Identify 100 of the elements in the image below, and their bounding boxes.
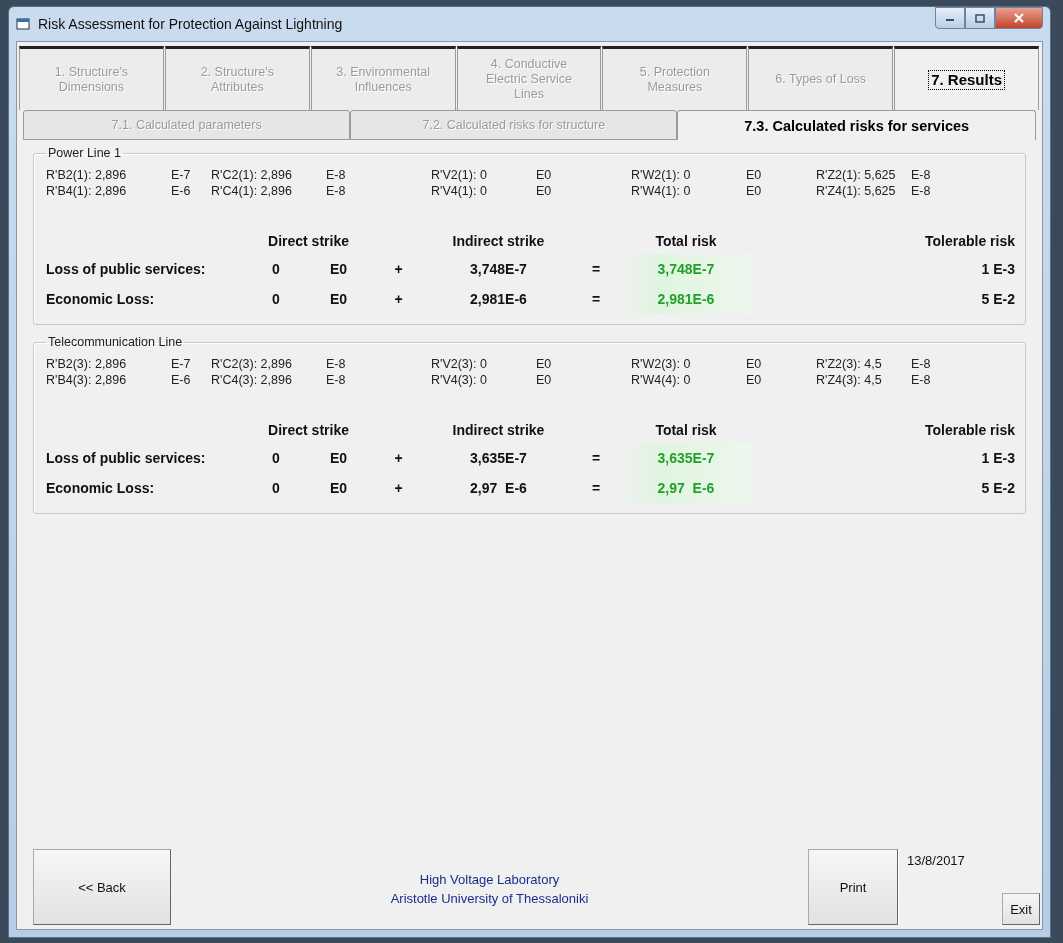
parameter-exponent: E0 xyxy=(746,357,763,371)
tab[interactable]: 7. Results xyxy=(894,46,1039,110)
parameter-exponent: E0 xyxy=(536,184,553,198)
column-header: Tolerable risk xyxy=(924,421,1015,440)
table-cell-text: 0 xyxy=(271,479,281,498)
column-header: Indirect strike xyxy=(451,232,546,251)
plus-sign: + xyxy=(393,479,404,498)
tab[interactable]: 6. Types of Loss xyxy=(748,46,894,110)
table-cell-text: 0 xyxy=(271,260,281,279)
parameter-exponent: E0 xyxy=(536,373,553,387)
back-button[interactable]: << Back xyxy=(33,849,171,925)
parameter-exponent: E-8 xyxy=(326,184,347,198)
tab[interactable]: 3. Environmental Influences xyxy=(310,46,456,110)
table-cell-text: 5 E-2 xyxy=(980,290,1015,309)
row-label: Economic Loss: xyxy=(46,290,156,309)
table-cell-text: 1 E-3 xyxy=(980,449,1015,468)
plus-sign: + xyxy=(393,449,404,468)
group-title: Power Line 1 xyxy=(47,146,122,160)
parameter-label: R'Z2(3): 4,5 xyxy=(816,357,883,371)
column-header: Total risk xyxy=(654,421,718,440)
subtab[interactable]: 7.2. Calculated risks for structure xyxy=(350,110,678,140)
parameter-exponent: E-8 xyxy=(326,168,347,182)
parameter-label: R'V2(1): 0 xyxy=(431,168,488,182)
plus-sign: + xyxy=(393,260,404,279)
parameter-label: R'B4(3): 2,896 xyxy=(46,373,128,387)
subtab[interactable]: 7.1. Calculated parameters xyxy=(23,110,351,140)
parameter-exponent: E-6 xyxy=(171,184,192,198)
parameter-label: R'Z4(1): 5,625 xyxy=(816,184,897,198)
parameter-label: R'V4(1): 0 xyxy=(431,184,488,198)
parameter-label: R'V2(3): 0 xyxy=(431,357,488,371)
parameter-exponent: E0 xyxy=(536,357,553,371)
table-cell-text: 3,635E-7 xyxy=(469,449,528,468)
close-button[interactable] xyxy=(995,7,1043,29)
parameter-exponent: E-8 xyxy=(326,357,347,371)
parameter-label: R'B2(3): 2,896 xyxy=(46,357,128,371)
parameter-label: R'Z2(1): 5,625 xyxy=(816,168,897,182)
equals-sign: = xyxy=(590,479,602,498)
table-cell-text: 1 E-3 xyxy=(980,260,1015,279)
table-cell-text: E0 xyxy=(328,479,349,498)
parameter-label: R'C4(1): 2,896 xyxy=(211,184,293,198)
tab[interactable]: 2. Structure's Attributes xyxy=(164,46,310,110)
lab-name: High Voltage Laboratory xyxy=(419,870,560,889)
group-title: Telecommunication Line xyxy=(47,335,184,349)
plus-sign: + xyxy=(393,290,404,309)
parameter-label: R'W2(3): 0 xyxy=(631,357,692,371)
parameter-label: R'W2(1): 0 xyxy=(631,168,692,182)
tab[interactable]: 4. Conductive Electric Service Lines xyxy=(456,46,602,110)
row-label: Loss of public services: xyxy=(46,260,207,279)
parameter-label: R'B2(1): 2,896 xyxy=(46,168,128,182)
table-cell-text: 0 xyxy=(271,290,281,309)
row-label: Economic Loss: xyxy=(46,479,156,498)
equals-sign: = xyxy=(590,290,602,309)
parameter-exponent: E-8 xyxy=(911,357,932,371)
parameter-label: R'C4(3): 2,896 xyxy=(211,373,293,387)
column-header: Direct strike xyxy=(267,232,350,251)
maximize-icon xyxy=(975,13,985,23)
parameter-label: R'B4(1): 2,896 xyxy=(46,184,128,198)
parameter-exponent: E-8 xyxy=(911,373,932,387)
maximize-button[interactable] xyxy=(965,7,995,29)
parameter-label: R'W4(4): 0 xyxy=(631,373,692,387)
university-name: Aristotle University of Thessaloniki xyxy=(390,890,589,908)
equals-sign: = xyxy=(590,260,602,279)
minimize-button[interactable] xyxy=(935,7,965,29)
table-cell-text: E0 xyxy=(328,290,349,309)
parameter-label: R'C2(1): 2,896 xyxy=(211,168,293,182)
parameter-label: R'V4(3): 0 xyxy=(431,373,488,387)
column-header: Total risk xyxy=(654,232,718,251)
tab[interactable]: 1. Structure's Dimensions xyxy=(19,46,164,110)
table-cell-text: E0 xyxy=(328,449,349,468)
parameter-exponent: E0 xyxy=(746,168,763,182)
close-icon xyxy=(1014,13,1024,23)
table-cell-text: E0 xyxy=(328,260,349,279)
table-cell-text: 3,748E-7 xyxy=(469,260,528,279)
parameter-label: R'Z4(3): 4,5 xyxy=(816,373,883,387)
table-cell-text: 2,97 E-6 xyxy=(469,479,528,498)
column-header: Tolerable risk xyxy=(924,232,1015,251)
equals-sign: = xyxy=(590,449,602,468)
table-cell-text: 5 E-2 xyxy=(980,479,1015,498)
parameter-exponent: E-8 xyxy=(911,168,932,182)
parameter-label: R'W4(1): 0 xyxy=(631,184,692,198)
parameter-label: R'C2(3): 2,896 xyxy=(211,357,293,371)
column-header: Indirect strike xyxy=(451,421,546,440)
row-label: Loss of public services: xyxy=(46,449,207,468)
parameter-exponent: E0 xyxy=(746,373,763,387)
parameter-exponent: E-7 xyxy=(171,168,192,182)
exit-button[interactable]: Exit xyxy=(1002,893,1040,925)
app-icon xyxy=(16,17,30,31)
subtab[interactable]: 7.3. Calculated risks for services xyxy=(677,110,1036,140)
parameter-exponent: E0 xyxy=(746,184,763,198)
print-button[interactable]: Print xyxy=(808,849,898,925)
parameter-exponent: E-8 xyxy=(326,373,347,387)
tab[interactable]: 5. Protection Measures xyxy=(602,46,748,110)
parameter-exponent: E-6 xyxy=(171,373,192,387)
table-cell-text: 2,981E-6 xyxy=(469,290,528,309)
column-header: Direct strike xyxy=(267,421,350,440)
table-cell-text: 0 xyxy=(271,449,281,468)
parameter-exponent: E-8 xyxy=(911,184,932,198)
parameter-exponent: E0 xyxy=(536,168,553,182)
window-title: Risk Assessment for Protection Against Lightning xyxy=(38,16,344,32)
parameter-exponent: E-7 xyxy=(171,357,192,371)
